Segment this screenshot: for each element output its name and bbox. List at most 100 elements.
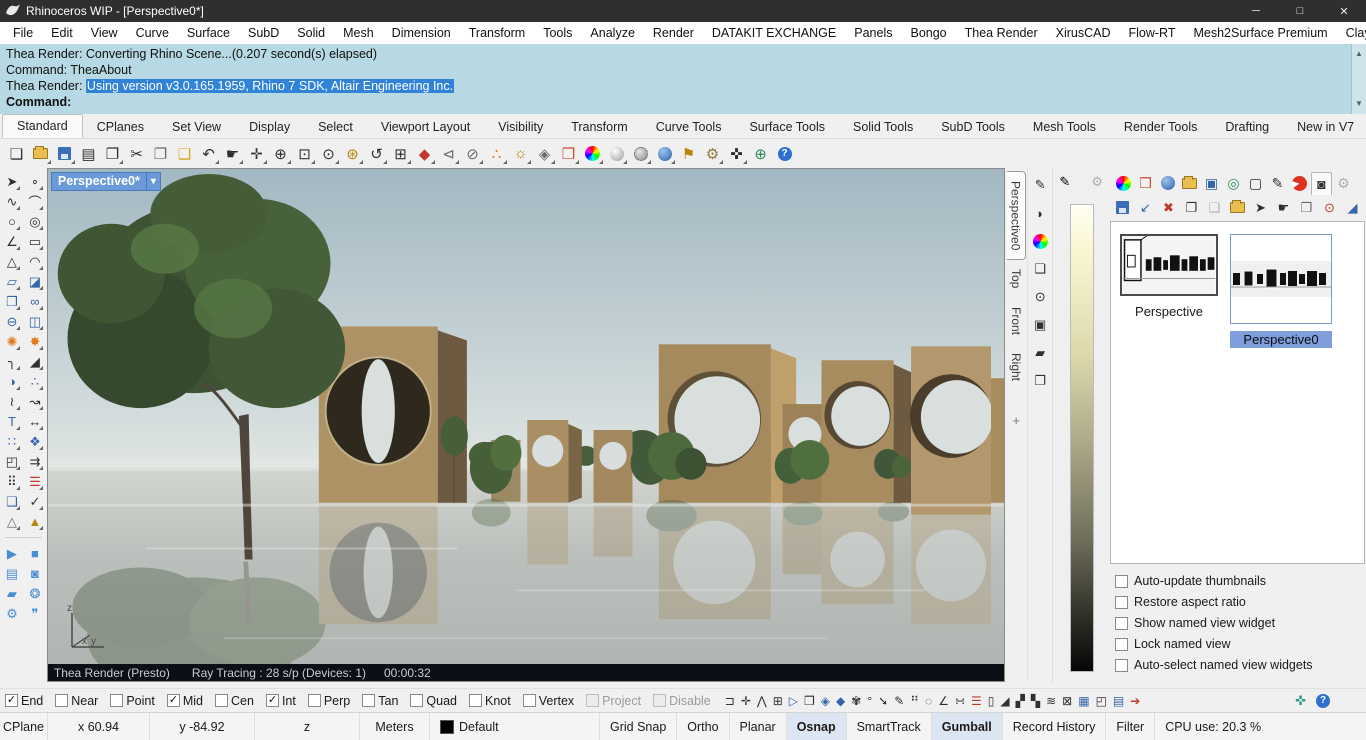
named-view-item-perspective[interactable]: Perspective (1117, 234, 1221, 320)
pyramid-icon[interactable]: ▲ (25, 512, 44, 531)
menu-transform[interactable]: Transform (460, 26, 535, 40)
menu-dimension[interactable]: Dimension (383, 26, 460, 40)
statusbar-planar[interactable]: Planar (730, 713, 787, 740)
boolean-diff-icon[interactable]: ∴ (25, 372, 44, 391)
layers-panel-tab[interactable]: ❒ (1135, 172, 1156, 195)
notes-panel-tab[interactable]: ✎ (1267, 172, 1288, 195)
transform-tool-icon[interactable]: ≋ (1046, 694, 1056, 708)
statusbar-z[interactable]: z (255, 713, 360, 740)
sun-panel-tab[interactable]: ▣ (1201, 172, 1222, 195)
tab-set-view[interactable]: Set View (158, 116, 235, 138)
menu-analyze[interactable]: Analyze (581, 26, 643, 40)
osnap-tan[interactable]: Tan (362, 694, 398, 708)
thea-iris-icon[interactable]: ❂ (25, 584, 44, 603)
menu-thea-render[interactable]: Thea Render (956, 26, 1047, 40)
transform-tool-icon[interactable]: ◆ (836, 694, 845, 708)
blend-icon[interactable]: ≀ (2, 392, 21, 411)
selection-filter-icon[interactable]: ✜ (1295, 693, 1306, 709)
export-image-icon[interactable]: ❏ (1031, 260, 1049, 278)
menu-surface[interactable]: Surface (178, 26, 239, 40)
select-points-icon[interactable]: ∴ (485, 142, 508, 165)
viewport-tab-add[interactable]: + (1010, 404, 1022, 437)
set-cplane-icon[interactable]: ⊲ (437, 142, 460, 165)
thea-stop-icon[interactable]: ■ (25, 544, 44, 563)
watch-icon[interactable]: ⊙ (1031, 288, 1049, 306)
text-icon[interactable]: T (2, 412, 21, 431)
morph-icon[interactable]: ◰ (2, 452, 21, 471)
tab-viewport-layout[interactable]: Viewport Layout (367, 116, 484, 138)
tone-gradient-bar[interactable] (1070, 204, 1094, 672)
osnap-int[interactable]: Int (266, 694, 296, 708)
check-icon[interactable]: ✓ (25, 492, 44, 511)
help-icon[interactable]: ? (1316, 694, 1330, 708)
named-views-panel-tab[interactable]: ◙ (1311, 172, 1332, 195)
display-options-icon[interactable] (581, 142, 604, 165)
thea-render-panel-tab[interactable] (1289, 172, 1310, 195)
torus-icon[interactable]: ⊖ (2, 312, 21, 331)
transform-tool-icon[interactable]: ▞ (1016, 694, 1025, 708)
camera-strip-icon[interactable]: ▣ (1031, 316, 1049, 334)
statusbar-cplane[interactable]: CPlane (0, 713, 48, 740)
tab-drafting[interactable]: Drafting (1211, 116, 1283, 138)
fillet-icon[interactable]: ╮ (2, 352, 21, 371)
perspective-viewport[interactable]: Perspective0* ▾ z x y Thea Render (Prest… (47, 168, 1006, 682)
render-settings-icon[interactable] (629, 142, 652, 165)
tab-mesh-tools[interactable]: Mesh Tools (1019, 116, 1110, 138)
polygon-icon[interactable]: △ (2, 252, 21, 271)
thea-snapshot-icon[interactable]: ◙ (25, 564, 44, 583)
transform-tool-icon[interactable]: ✛ (741, 694, 751, 708)
option-lock-named-view[interactable]: Lock named view (1115, 637, 1360, 651)
zoom-dynamic-icon[interactable]: ⊕ (269, 142, 292, 165)
menu-tools[interactable]: Tools (534, 26, 581, 40)
chevron-down-icon[interactable]: ▾ (146, 173, 160, 190)
command-history[interactable]: Thea Render: Converting Rhino Scene...(0… (0, 44, 1366, 114)
statusbar-gumball[interactable]: Gumball (932, 713, 1003, 740)
save-view-icon[interactable] (1113, 198, 1132, 217)
viewport-tab-perspective0[interactable]: Perspective0 (1007, 171, 1026, 260)
statusbar-history[interactable]: Record History (1003, 713, 1107, 740)
transform-tool-icon[interactable]: ⋀ (757, 694, 767, 708)
transform-tool-icon[interactable]: ◰ (1096, 694, 1107, 708)
save-icon[interactable] (53, 142, 76, 165)
rebuild-icon[interactable]: ↝ (25, 392, 44, 411)
transform-tool-icon[interactable]: ▤ (1113, 694, 1124, 708)
tab-surface-tools[interactable]: Surface Tools (735, 116, 839, 138)
curve-icon[interactable]: ∿ (2, 192, 21, 211)
transform-icon[interactable]: ✜ (725, 142, 748, 165)
set-view-icon[interactable]: ◆ (413, 142, 436, 165)
tab-render-tools[interactable]: Render Tools (1110, 116, 1211, 138)
tab-transform[interactable]: Transform (557, 116, 642, 138)
menu-file[interactable]: File (4, 26, 42, 40)
thea-settings-icon[interactable]: ⚙ (2, 604, 21, 623)
transform-tool-icon[interactable]: ⠛ (910, 694, 919, 708)
circle-icon[interactable]: ○ (2, 212, 21, 231)
surface-icon[interactable]: ▱ (2, 272, 21, 291)
command-scrollbar[interactable]: ▲ ▼ (1351, 44, 1366, 114)
transform-tool-icon[interactable]: ∺ (955, 694, 965, 708)
cone-icon[interactable]: △ (2, 512, 21, 531)
tab-solid-tools[interactable]: Solid Tools (839, 116, 927, 138)
menu-clayoo[interactable]: Clayoo (1337, 26, 1366, 40)
thea-chat-icon[interactable]: ❞ (25, 604, 44, 623)
point-icon[interactable]: ∘ (25, 172, 44, 191)
statusbar-smarttrack[interactable]: SmartTrack (847, 713, 932, 740)
menu-view[interactable]: View (82, 26, 127, 40)
statusbar-layer[interactable]: Default (430, 713, 600, 740)
page-strip-icon[interactable]: ❐ (1031, 372, 1049, 390)
panel-options-icon[interactable]: ⚙ (1333, 172, 1354, 195)
boolean-union-icon[interactable]: ◑ (2, 372, 21, 391)
menu-mesh[interactable]: Mesh (334, 26, 383, 40)
extract-icon[interactable]: ✸ (25, 332, 44, 351)
tab-cplanes[interactable]: CPlanes (83, 116, 158, 138)
select-objects-icon[interactable]: ➤ (1251, 198, 1270, 217)
options-icon[interactable]: ⚙ (701, 142, 724, 165)
import-view-icon[interactable] (1228, 198, 1247, 217)
pan-icon[interactable]: ☛ (221, 142, 244, 165)
statusbar-osnap[interactable]: Osnap (787, 713, 847, 740)
viewport-tab-top[interactable]: Top (1007, 260, 1025, 297)
libraries-panel-tab[interactable] (1179, 172, 1200, 195)
osnap-cen[interactable]: Cen (215, 694, 254, 708)
statusbar-units[interactable]: Meters (360, 713, 430, 740)
zoom-window-icon[interactable]: ⊡ (293, 142, 316, 165)
named-view-item-perspective0[interactable]: Perspective0 (1229, 234, 1333, 348)
